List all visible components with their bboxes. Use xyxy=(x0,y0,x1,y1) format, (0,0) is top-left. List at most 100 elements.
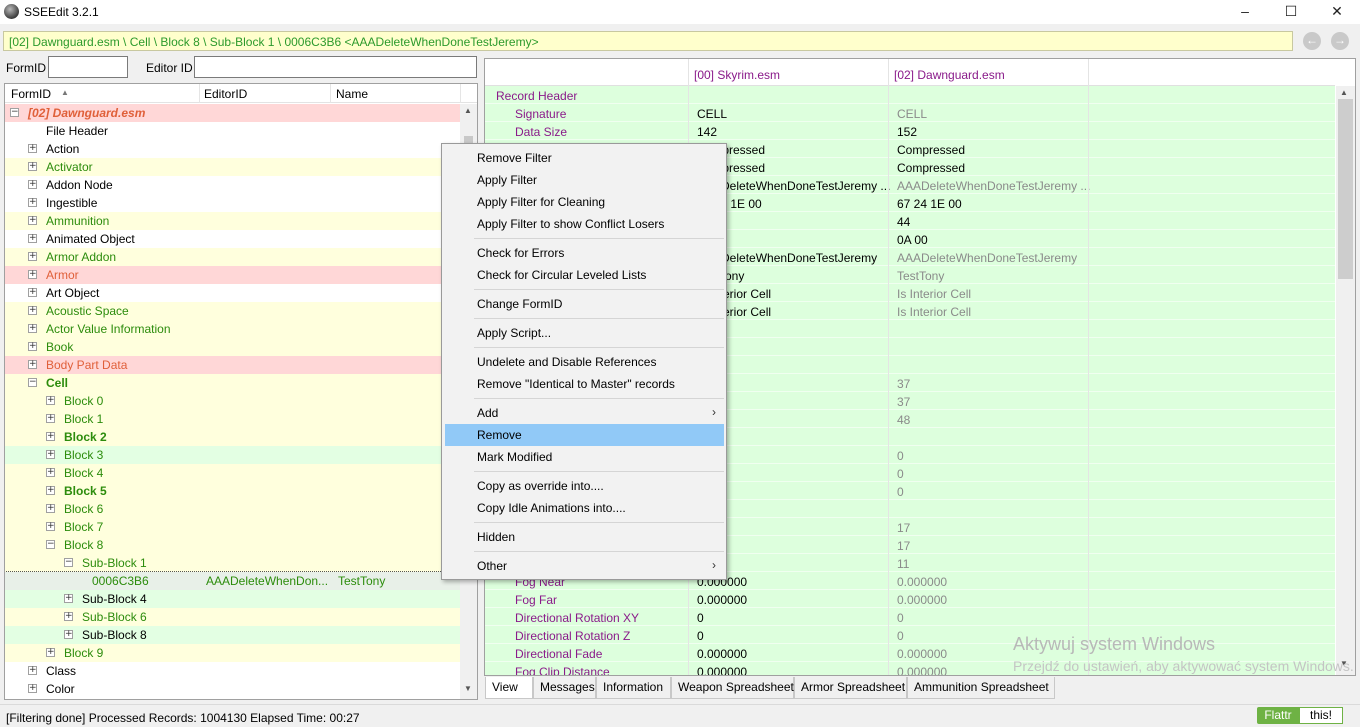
formid-filter-input[interactable] xyxy=(48,56,128,78)
tree-row[interactable]: + Sub-Block 8 xyxy=(5,626,460,644)
close-button[interactable]: ✕ xyxy=(1314,0,1360,24)
tree-row[interactable]: + Animated Object xyxy=(5,230,460,248)
view-row[interactable]: Record Header xyxy=(485,86,1335,104)
editorid-column-header[interactable]: EditorID xyxy=(204,87,247,101)
menu-item-apply-filter[interactable]: Apply Filter xyxy=(445,169,724,191)
menu-item-apply-filter-for-cleaning[interactable]: Apply Filter for Cleaning xyxy=(445,191,724,213)
plugin-column-header[interactable]: [02] Dawnguard.esm xyxy=(894,68,1005,82)
menu-item-other[interactable]: Other › xyxy=(445,555,724,577)
menu-item-copy-idle-animations-into[interactable]: Copy Idle Animations into.... xyxy=(445,497,724,519)
tree-row[interactable]: + Armor Addon xyxy=(5,248,460,266)
menu-item-undelete-and-disable-references[interactable]: Undelete and Disable References xyxy=(445,351,724,373)
menu-item-apply-script[interactable]: Apply Script... xyxy=(445,322,724,344)
expand-icon[interactable]: + xyxy=(28,144,37,153)
tree-row[interactable]: + Color xyxy=(5,680,460,698)
expand-icon[interactable]: + xyxy=(46,432,55,441)
collapse-icon[interactable]: − xyxy=(28,378,37,387)
expand-icon[interactable]: + xyxy=(28,234,37,243)
tab-weapon-spreadsheet[interactable]: Weapon Spreadsheet xyxy=(671,677,794,699)
column-separator[interactable] xyxy=(330,84,331,103)
tab-ammunition-spreadsheet[interactable]: Ammunition Spreadsheet xyxy=(907,677,1055,699)
tree-row[interactable]: − Cell xyxy=(5,374,460,392)
view-row[interactable]: Directional Rotation XY 0 0 xyxy=(485,608,1335,626)
tree-row[interactable]: + Block 0 xyxy=(5,392,460,410)
tree-row[interactable]: + Addon Node xyxy=(5,176,460,194)
editorid-filter-input[interactable] xyxy=(194,56,477,78)
view-row[interactable]: Fog Far 0.000000 0.000000 xyxy=(485,590,1335,608)
flattr-button[interactable]: Flattr xyxy=(1257,707,1299,724)
expand-icon[interactable]: + xyxy=(28,684,37,693)
column-separator[interactable] xyxy=(460,84,461,103)
tree-row[interactable]: + Block 6 xyxy=(5,500,460,518)
view-row[interactable]: Signature CELL CELL xyxy=(485,104,1335,122)
menu-item-apply-filter-to-show-conflict-losers[interactable]: Apply Filter to show Conflict Losers xyxy=(445,213,724,235)
tab-view[interactable]: View xyxy=(485,677,533,699)
expand-icon[interactable]: + xyxy=(46,504,55,513)
expand-icon[interactable]: + xyxy=(28,198,37,207)
tree-row[interactable]: + Activator xyxy=(5,158,460,176)
menu-item-copy-as-override-into[interactable]: Copy as override into.... xyxy=(445,475,724,497)
expand-icon[interactable]: + xyxy=(46,450,55,459)
expand-icon[interactable]: + xyxy=(46,648,55,657)
minimize-button[interactable]: – xyxy=(1222,0,1268,24)
menu-item-add[interactable]: Add › xyxy=(445,402,724,424)
menu-item-check-for-errors[interactable]: Check for Errors xyxy=(445,242,724,264)
tree-row[interactable]: + Block 2 xyxy=(5,428,460,446)
expand-icon[interactable]: + xyxy=(28,306,37,315)
tree-row[interactable]: + Art Object xyxy=(5,284,460,302)
expand-icon[interactable]: + xyxy=(28,360,37,369)
expand-icon[interactable]: + xyxy=(64,630,73,639)
tree-row[interactable]: − Sub-Block 1 xyxy=(5,554,460,572)
menu-item-hidden[interactable]: Hidden xyxy=(445,526,724,548)
expand-icon[interactable]: + xyxy=(28,342,37,351)
tree-row[interactable]: + Sub-Block 4 xyxy=(5,590,460,608)
expand-icon[interactable]: + xyxy=(28,666,37,675)
tree-row[interactable]: File Header xyxy=(5,122,460,140)
flattr-this-button[interactable]: this! xyxy=(1299,707,1343,724)
expand-icon[interactable]: + xyxy=(28,270,37,279)
expand-icon[interactable]: + xyxy=(64,594,73,603)
tree-row[interactable]: + Block 9 xyxy=(5,644,460,662)
expand-icon[interactable]: + xyxy=(28,252,37,261)
expand-icon[interactable]: + xyxy=(64,612,73,621)
expand-icon[interactable]: + xyxy=(46,486,55,495)
tree-row[interactable]: + Action xyxy=(5,140,460,158)
tree-row[interactable]: + Armor xyxy=(5,266,460,284)
name-column-header[interactable]: Name xyxy=(336,87,368,101)
tree-row[interactable]: + Block 4 xyxy=(5,464,460,482)
tree-row[interactable]: + Sub-Block 6 xyxy=(5,608,460,626)
tree-row[interactable]: + Block 7 xyxy=(5,518,460,536)
view-row[interactable]: Data Size 142 152 xyxy=(485,122,1335,140)
menu-item-change-formid[interactable]: Change FormID xyxy=(445,293,724,315)
menu-item-remove-filter[interactable]: Remove Filter xyxy=(445,147,724,169)
tab-messages[interactable]: Messages xyxy=(533,677,596,699)
master-column-header[interactable]: [00] Skyrim.esm xyxy=(694,68,780,82)
menu-item-remove-identical-to-master-records[interactable]: Remove "Identical to Master" records xyxy=(445,373,724,395)
tree-row[interactable]: + Acoustic Space xyxy=(5,302,460,320)
expand-icon[interactable]: + xyxy=(28,180,37,189)
collapse-icon[interactable]: − xyxy=(46,540,55,549)
tree-row[interactable]: + Class xyxy=(5,662,460,680)
expand-icon[interactable]: + xyxy=(28,162,37,171)
forward-arrow-icon[interactable]: → xyxy=(1331,32,1349,50)
tree-row[interactable]: + Body Part Data xyxy=(5,356,460,374)
scroll-down-icon[interactable]: ▼ xyxy=(464,684,472,693)
formid-column-header[interactable]: FormID xyxy=(11,87,51,101)
column-separator[interactable] xyxy=(199,84,200,103)
back-arrow-icon[interactable]: ← xyxy=(1303,32,1321,50)
tree-row[interactable]: − [02] Dawnguard.esm xyxy=(5,104,460,122)
menu-item-check-for-circular-leveled-lists[interactable]: Check for Circular Leveled Lists xyxy=(445,264,724,286)
menu-item-mark-modified[interactable]: Mark Modified xyxy=(445,446,724,468)
tree-row[interactable]: − Block 8 xyxy=(5,536,460,554)
tree-row[interactable]: + Actor Value Information xyxy=(5,320,460,338)
expand-icon[interactable]: + xyxy=(28,324,37,333)
maximize-button[interactable]: ☐ xyxy=(1268,0,1314,24)
tree-row[interactable]: + Block 1 xyxy=(5,410,460,428)
expand-icon[interactable]: + xyxy=(28,216,37,225)
menu-item-remove[interactable]: Remove xyxy=(445,424,724,446)
collapse-icon[interactable]: − xyxy=(64,558,73,567)
tree-row[interactable]: + Ingestible xyxy=(5,194,460,212)
scroll-up-icon[interactable]: ▲ xyxy=(464,106,472,115)
scroll-up-icon[interactable]: ▲ xyxy=(1340,88,1348,97)
collapse-icon[interactable]: − xyxy=(10,108,19,117)
